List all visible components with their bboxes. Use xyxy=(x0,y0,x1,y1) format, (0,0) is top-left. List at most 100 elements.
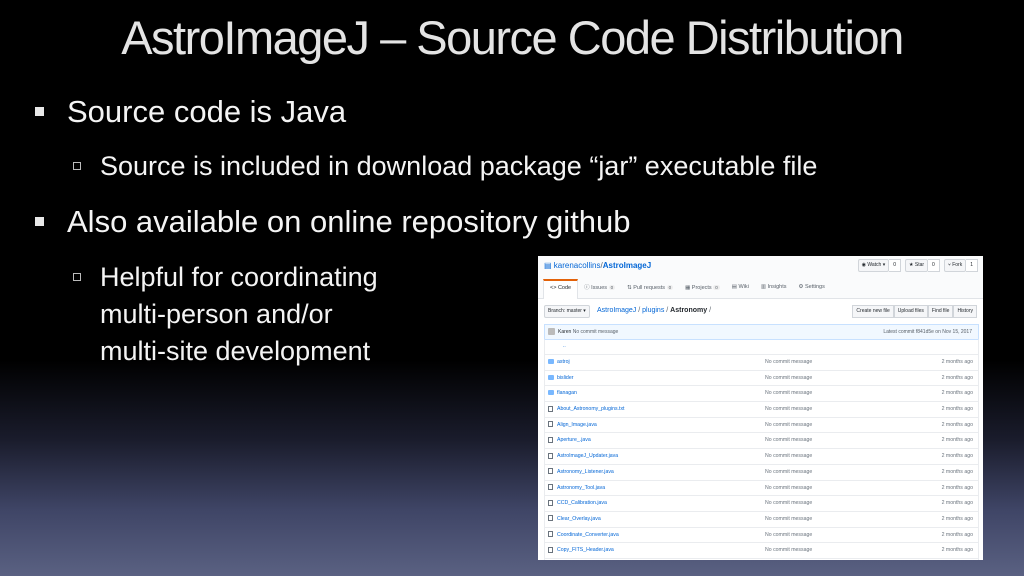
folder-icon xyxy=(548,390,554,396)
file-commit-message[interactable]: No commit message xyxy=(765,422,812,428)
watch-button[interactable]: ◉ Watch ▾ xyxy=(857,259,890,272)
file-row[interactable]: Astronomy_Tool.java No commit message 2 mo… xyxy=(545,481,978,497)
file-row[interactable]: AstroImageJ_Updater.java No commit messag… xyxy=(545,449,978,465)
slide-title: AstroImageJ – Source Code Distribution xyxy=(121,11,904,64)
star-count[interactable]: 0 xyxy=(928,259,940,272)
file-row[interactable]: flanagan No commit message 2 months ago xyxy=(545,386,978,403)
file-commit-message[interactable]: No commit message xyxy=(765,500,812,506)
file-name-link[interactable]: About_Astronomy_plugins.txt xyxy=(557,406,624,412)
file-commit-message[interactable]: No commit message xyxy=(765,485,812,491)
parent-directory-link[interactable]: .. xyxy=(545,340,978,355)
file-row[interactable]: Align_Image.java No commit message 2 month… xyxy=(545,418,978,434)
find-file-button[interactable]: Find file xyxy=(927,305,954,318)
file-commit-message[interactable]: No commit message xyxy=(765,532,812,538)
repo-path: ▤ karenacollins/AstroImageJ xyxy=(544,261,651,270)
history-button[interactable]: History xyxy=(953,305,977,318)
hollow-square-bullet-icon xyxy=(73,162,81,170)
tab-insights-label: ▥ Insights xyxy=(760,284,787,290)
fork-count[interactable]: 1 xyxy=(966,259,978,272)
file-row[interactable]: Create_Mean_PSF.javaNo commit message2 m… xyxy=(545,559,978,560)
file-name-link[interactable]: Aperture_.java xyxy=(557,437,591,443)
file-commit-message[interactable]: No commit message xyxy=(765,469,812,475)
file-commit-message[interactable]: No commit message xyxy=(765,359,812,365)
file-navigation: Branch: master ▾ AstroImageJ / plugins /… xyxy=(544,305,977,318)
file-age: 2 months ago xyxy=(941,437,973,444)
file-commit-message[interactable]: No commit message xyxy=(765,547,812,553)
file-row[interactable]: CCD_Calibration.java No commit message 2 m… xyxy=(545,496,978,512)
file-icon xyxy=(548,452,553,459)
fork-button[interactable]: ⑂ Fork xyxy=(943,259,967,272)
file-commit-message[interactable]: No commit message xyxy=(765,406,812,412)
hollow-square-bullet-icon xyxy=(73,273,81,281)
star-button[interactable]: ★ Star xyxy=(905,259,929,272)
commit-author[interactable]: Karen xyxy=(558,329,571,335)
breadcrumb-root-link[interactable]: AstroImageJ xyxy=(597,307,636,314)
sub-bullet-1: Source is included in download package “… xyxy=(73,148,817,185)
latest-commit[interactable]: Latest commit f841d5e on Nov 15, 2017 xyxy=(883,329,972,335)
file-name-link[interactable]: flanagan xyxy=(557,390,577,396)
tab-code[interactable]: <> Code xyxy=(543,279,579,299)
file-age: 2 months ago xyxy=(941,359,973,365)
file-icon xyxy=(548,436,553,443)
file-row[interactable]: Copy_FITS_Header.java No commit message 2 … xyxy=(545,543,978,559)
file-commit-message[interactable]: No commit message xyxy=(765,437,812,443)
create-new-file-button[interactable]: Create new file xyxy=(852,305,894,318)
file-commit-message[interactable]: No commit message xyxy=(765,516,812,522)
file-name-link[interactable]: Coordinate_Converter.java xyxy=(557,532,619,538)
file-row[interactable]: Coordinate_Converter.java No commit messa… xyxy=(545,528,978,544)
file-commit-message[interactable]: No commit message xyxy=(765,390,812,396)
tab-insights[interactable]: ▥ Insights xyxy=(755,279,793,297)
file-row[interactable]: Astronomy_Listener.java No commit message… xyxy=(545,465,978,481)
repo-header: ▤ karenacollins/AstroImageJ ◉ Watch ▾ 0 ★… xyxy=(538,256,983,299)
watch-count[interactable]: 0 xyxy=(889,259,901,272)
file-age: 2 months ago xyxy=(941,406,973,413)
tab-projects[interactable]: ▦ Projects 0 xyxy=(679,279,726,297)
file-age: 2 months ago xyxy=(941,390,973,397)
file-table: .. astroj No commit message 2 months ago bi… xyxy=(544,339,979,560)
breadcrumb-current: Astronomy xyxy=(670,307,708,314)
file-name-link[interactable]: Clear_Overlay.java xyxy=(557,516,601,522)
file-row[interactable]: About_Astronomy_plugins.txt No commit mes… xyxy=(545,402,978,418)
file-commit-message[interactable]: No commit message xyxy=(765,453,812,459)
author-avatar xyxy=(548,328,555,335)
breadcrumb-plugins-link[interactable]: plugins xyxy=(642,307,664,314)
file-name-link[interactable]: bislider xyxy=(557,375,573,381)
file-row[interactable]: Clear_Overlay.java No commit message 2 mon… xyxy=(545,512,978,528)
file-icon xyxy=(548,484,553,490)
file-name-link[interactable]: Astronomy_Tool.java xyxy=(557,485,605,491)
folder-icon xyxy=(548,359,554,364)
file-age: 2 months ago xyxy=(941,484,973,491)
branch-select-button[interactable]: Branch: master ▾ xyxy=(544,305,590,318)
file-name-link[interactable]: Astronomy_Listener.java xyxy=(557,469,614,475)
bullet-2: Also available on online repository gith… xyxy=(35,204,631,240)
file-name-link[interactable]: Copy_FITS_Header.java xyxy=(557,547,614,553)
breadcrumb-trailing-separator: / xyxy=(707,307,712,314)
file-age: 2 months ago xyxy=(941,531,973,538)
file-name-link[interactable]: astroj xyxy=(557,359,570,365)
tab-projects-count: 0 xyxy=(713,285,720,290)
file-icon xyxy=(548,468,553,475)
file-name-link[interactable]: Align_Image.java xyxy=(557,422,597,428)
bullet-2-text: Also available on online repository gith… xyxy=(67,204,631,239)
repo-name-link[interactable]: AstroImageJ xyxy=(603,261,651,270)
tab-issues[interactable]: ⓘ Issues 0 xyxy=(578,279,621,297)
upload-files-button[interactable]: Upload files xyxy=(893,305,928,318)
tab-settings[interactable]: ⚙ Settings xyxy=(793,279,831,297)
file-commit-message[interactable]: No commit message xyxy=(765,375,812,381)
tab-projects-label: ▦ Projects xyxy=(685,285,712,291)
commit-message-text[interactable]: No commit message xyxy=(573,329,619,335)
file-row[interactable]: bislider No commit message 2 months ago xyxy=(545,371,978,387)
repo-book-icon: ▤ xyxy=(544,261,554,270)
repo-actions: ◉ Watch ▾ 0 ★ Star 0 ⑂ Fork 1 xyxy=(857,259,978,272)
file-rows: astroj No commit message 2 months ago bisli… xyxy=(545,355,978,560)
tab-wiki[interactable]: ▤ Wiki xyxy=(726,279,755,297)
repo-tabs: <> Code ⓘ Issues 0 ⇅ Pull requests 0 ▦ P… xyxy=(543,279,831,299)
tab-pull-requests[interactable]: ⇅ Pull requests 0 xyxy=(621,279,679,297)
file-row[interactable]: astroj No commit message 2 months ago xyxy=(545,355,978,371)
file-age: 2 months ago xyxy=(941,547,973,554)
file-name-link[interactable]: AstroImageJ_Updater.java xyxy=(557,453,618,459)
file-name-link[interactable]: CCD_Calibration.java xyxy=(557,500,607,506)
repo-owner-link[interactable]: karenacollins xyxy=(554,261,601,270)
tab-code-label: <> Code xyxy=(550,285,572,291)
file-row[interactable]: Aperture_.java No commit message 2 months … xyxy=(545,433,978,450)
